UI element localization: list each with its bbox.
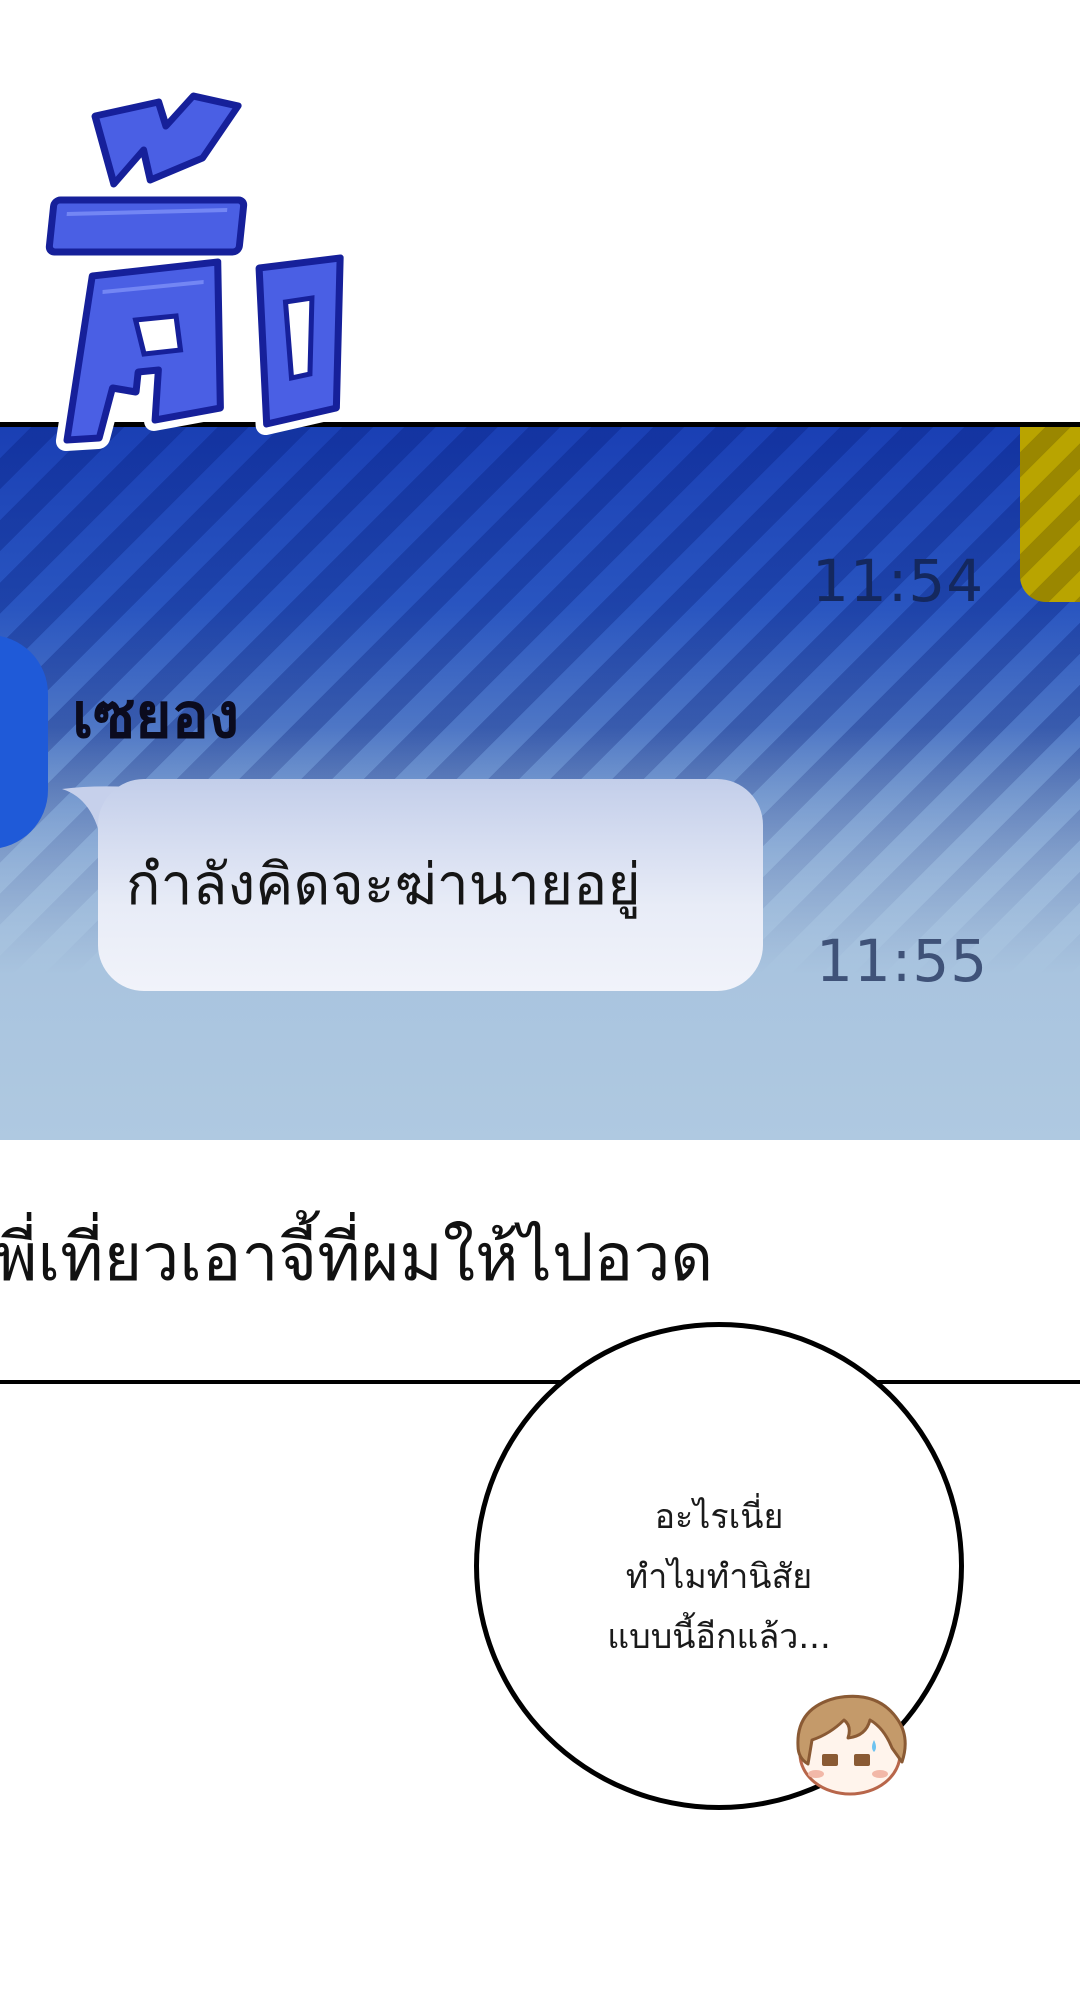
panel-divider: [0, 1380, 1080, 1384]
message-timestamp: 11:54: [812, 547, 985, 615]
sound-effect-text: [40, 88, 352, 451]
narration-text: พี่เที่ยวเอาจี้ที่ผมให้ไปอวด: [0, 1219, 714, 1296]
thought-text-line: อะไรเนี่ย: [654, 1497, 784, 1537]
incoming-message-bubble-partial: [1020, 427, 1080, 602]
sender-name: เซยอง: [72, 679, 240, 752]
chat-screen-panel: 11:54 เซยอง กำลังคิดจะฆ่านายอยู่ 11:55: [0, 422, 1080, 1140]
thought-text-line: แบบนี้อีกแล้ว...: [607, 1617, 831, 1657]
chibi-character-head: [796, 1694, 907, 1796]
message-bubble: กำลังคิดจะฆ่านายอยู่: [98, 779, 763, 991]
avatar: [0, 635, 48, 849]
message-timestamp: 11:55: [816, 927, 989, 995]
message-text: กำลังคิดจะฆ่านายอยู่: [126, 852, 641, 918]
thought-text-line: ทำไมทำนิสัย: [625, 1557, 813, 1597]
